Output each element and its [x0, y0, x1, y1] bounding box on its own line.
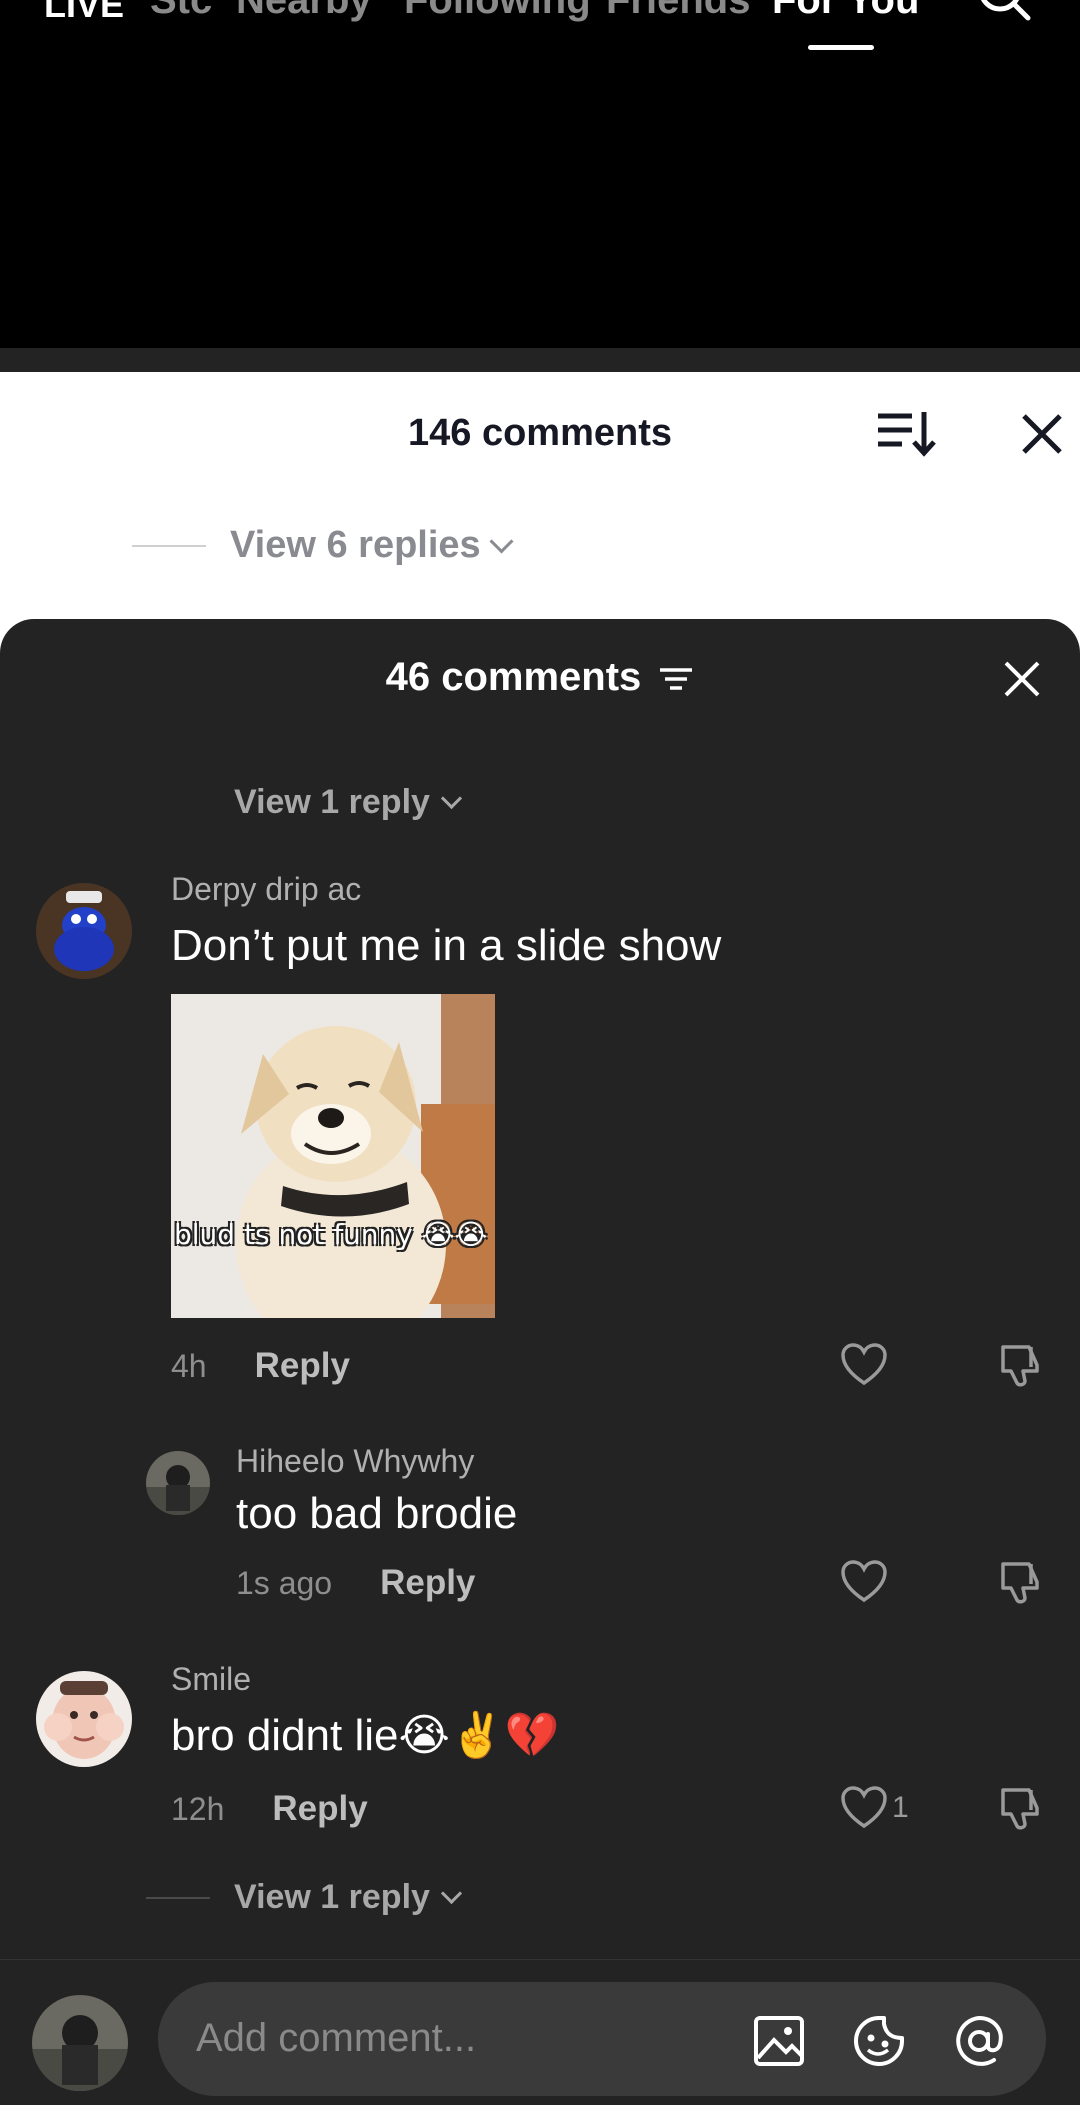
filter-icon — [660, 668, 693, 691]
tab-following[interactable]: Following — [404, 0, 591, 23]
sheet-title-label: 46 comments — [385, 655, 642, 699]
comment-username[interactable]: Hiheelo Whywhy — [236, 1443, 474, 1480]
avatar[interactable] — [36, 1671, 132, 1767]
like-button[interactable]: 1 — [840, 1786, 909, 1830]
avatar-image — [36, 1671, 132, 1767]
avatar[interactable] — [146, 1451, 210, 1515]
sheet-header: 46 comments — [0, 655, 1080, 715]
gif-caption: blud ts not funny 😭😭 — [174, 1218, 488, 1251]
comment-meta: 1s ago Reply — [236, 1563, 475, 1603]
active-tab-indicator — [808, 45, 874, 50]
mention-icon[interactable] — [952, 2014, 1006, 2068]
live-button[interactable]: LIVE — [44, 0, 124, 26]
comment-gif[interactable]: blud ts not funny 😭😭 — [171, 994, 495, 1318]
comment-username[interactable]: Smile — [171, 1661, 251, 1698]
search-icon[interactable] — [976, 0, 1032, 28]
dislike-icon[interactable] — [997, 1341, 1045, 1389]
video-bottom-bar — [0, 348, 1080, 373]
view-reply-button[interactable]: View 1 reply — [234, 783, 463, 822]
comment-meta: 12h Reply — [171, 1789, 368, 1829]
view-reply-button[interactable]: View 1 reply — [146, 1878, 463, 1917]
heart-icon — [841, 1786, 887, 1829]
like-count: 1 — [892, 1791, 909, 1824]
tab-for-you[interactable]: For You — [772, 0, 919, 23]
avatar-image — [146, 1451, 210, 1515]
sort-icon[interactable] — [876, 408, 936, 458]
view-reply-label: View 1 reply — [234, 1878, 430, 1916]
view-reply-label: View 1 reply — [234, 783, 430, 821]
user-avatar[interactable] — [32, 1995, 128, 2091]
reply-button[interactable]: Reply — [380, 1563, 475, 1603]
comment-meta: 4h Reply — [171, 1346, 350, 1386]
dislike-icon[interactable] — [997, 1784, 1045, 1832]
avatar-image — [32, 1995, 128, 2091]
comment-username[interactable]: Derpy drip ac — [171, 871, 361, 908]
heart-icon — [841, 1560, 887, 1603]
comment-time: 12h — [171, 1790, 225, 1827]
comment-time: 4h — [171, 1347, 207, 1384]
tab-partial[interactable]: Stc — [150, 0, 212, 23]
close-icon[interactable] — [1002, 659, 1042, 699]
divider-line — [146, 1896, 210, 1899]
chevron-down-icon — [440, 1882, 463, 1905]
chevron-down-icon — [489, 529, 514, 554]
comment-text: bro didnt lie😭✌️💔 — [171, 1711, 560, 1760]
comments-sheet-dark: 46 comments View 1 reply Derpy drip ac D… — [0, 619, 1080, 2104]
comment-input[interactable]: Add comment... — [158, 1982, 1046, 2096]
tab-friends[interactable]: Friends — [606, 0, 750, 23]
like-button[interactable] — [840, 1343, 888, 1387]
comment-time: 1s ago — [236, 1564, 333, 1601]
divider-line — [132, 544, 206, 547]
like-button[interactable] — [840, 1560, 888, 1604]
comment-text: too bad brodie — [236, 1489, 518, 1538]
heart-icon — [841, 1343, 887, 1386]
view-replies-button[interactable]: View 6 replies — [132, 524, 514, 567]
close-icon[interactable] — [1020, 412, 1064, 456]
image-icon[interactable] — [752, 2014, 806, 2068]
reply-button[interactable]: Reply — [255, 1346, 350, 1386]
dog-gif-image — [171, 994, 495, 1318]
top-nav: LIVE Stc Nearby Following Friends For Yo… — [0, 0, 1080, 373]
view-replies-label: View 6 replies — [230, 524, 481, 566]
sticker-icon[interactable] — [852, 2014, 906, 2068]
comment-input-bar: Add comment... — [0, 1959, 1080, 2105]
chevron-down-icon — [440, 787, 463, 810]
reply-button[interactable]: Reply — [272, 1789, 367, 1829]
dislike-icon[interactable] — [997, 1558, 1045, 1606]
comment-input-placeholder: Add comment... — [196, 2016, 477, 2060]
avatar[interactable] — [36, 883, 132, 979]
avatar-image — [36, 883, 132, 979]
tab-nearby[interactable]: Nearby — [236, 0, 372, 23]
sheet-title[interactable]: 46 comments — [0, 655, 1080, 700]
comment-text: Don’t put me in a slide show — [171, 921, 722, 970]
